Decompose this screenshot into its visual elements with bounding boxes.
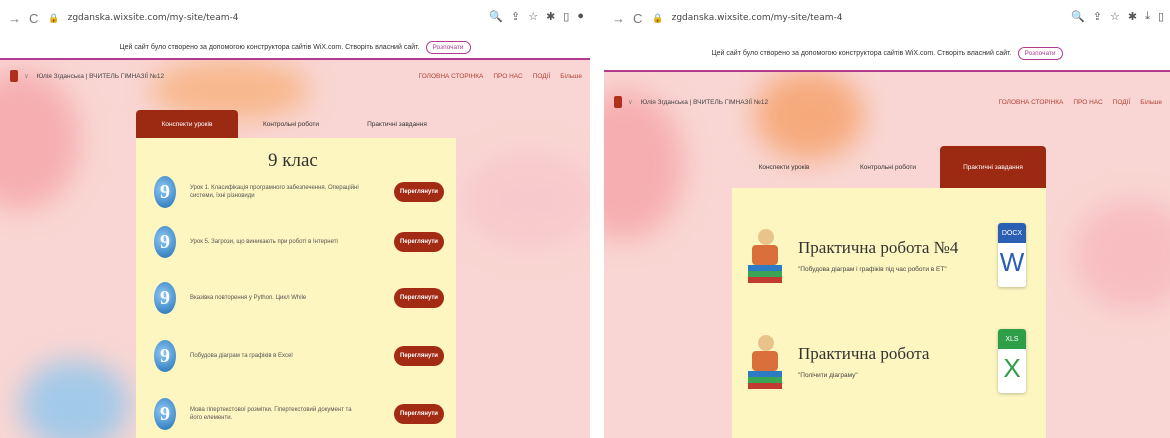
student-with-books-icon (746, 225, 786, 285)
browser-toolbar: → C 🔒 zgdanska.wixsite.com/my-site/team-… (604, 0, 1170, 37)
reload-icon[interactable]: C (29, 11, 38, 26)
lesson-title: Вказівка повторення у Python. Цикл While (190, 294, 307, 301)
grade-9-badge-icon: 9 (154, 282, 176, 314)
grade-9-badge-icon: 9 (154, 226, 176, 258)
left-screenshot: → C 🔒 zgdanska.wixsite.com/my-site/team-… (0, 0, 590, 438)
share-icon[interactable]: ⇪ (511, 10, 520, 23)
address-bar[interactable]: zgdanska.wixsite.com/my-site/team-4 (672, 13, 843, 23)
lessons-card: 9 клас 9 Урок 1. Класифікація програмног… (136, 138, 456, 438)
nav-home[interactable]: ГОЛОВНА СТОРІНКА (999, 99, 1064, 106)
file-letter: W (999, 247, 1025, 277)
site-name: Юлія Згданська | ВЧИТЕЛЬ ГІМНАЗІЇ №12 (640, 98, 769, 106)
lesson-item: 9 Урок 5. Загрози, що виникають при робо… (154, 220, 444, 264)
tab-tests[interactable]: Контрольні роботи (836, 146, 940, 188)
view-button[interactable]: Переглянути (394, 288, 444, 308)
extensions-icon[interactable]: ✱ (1128, 10, 1137, 23)
practicals-card: Практична робота №4 "Побудова діаграм і … (732, 188, 1046, 438)
wix-banner: Цей сайт було створено за допомогою конс… (604, 36, 1170, 72)
student-with-books-icon (746, 331, 786, 391)
wix-start-button[interactable]: Розпочати (1017, 46, 1063, 60)
practical-title: Практична робота (798, 343, 930, 363)
wix-banner-text: Цей сайт було створено за допомогою конс… (119, 43, 420, 51)
wix-banner-text: Цей сайт було створено за допомогою конс… (711, 49, 1012, 57)
lesson-title: Побудова діаграм та графіків в Excel (190, 352, 293, 359)
download-icon[interactable]: ⤓ (1145, 10, 1150, 23)
site-name: Юлія Згданська | ВЧИТЕЛЬ ГІМНАЗІЇ №12 (36, 72, 165, 80)
practical-subtitle: "Полічити діаграму" (798, 371, 858, 379)
lesson-item: 9 Мова гіпертекстової розмітки. Гіпертек… (154, 392, 444, 436)
tab-practical[interactable]: Практичні завдання (940, 146, 1046, 188)
zoom-icon[interactable]: 🔍 (489, 10, 503, 23)
lesson-title: Урок 1. Класифікація програмного забезпе… (190, 184, 359, 199)
chevron-down-icon[interactable]: ∨ (628, 98, 633, 106)
practical-subtitle: "Побудова діаграм і графіків під час роб… (798, 265, 947, 273)
xls-file-icon[interactable]: XLS X (998, 329, 1026, 393)
file-letter: X (1003, 353, 1021, 383)
tab-bar: Конспекти уроків Контрольні роботи Практ… (732, 146, 1046, 188)
profile-icon[interactable]: ● (577, 10, 584, 23)
tab-lesson-notes[interactable]: Конспекти уроків (136, 110, 238, 138)
nav-events[interactable]: ПОДІЇ (533, 73, 551, 80)
tab-tests[interactable]: Контрольні роботи (238, 110, 344, 138)
file-type-label: XLS (998, 329, 1026, 349)
nav-more[interactable]: Більше (1140, 99, 1162, 106)
address-bar[interactable]: zgdanska.wixsite.com/my-site/team-4 (68, 13, 239, 23)
grade-9-badge-icon: 9 (154, 398, 176, 430)
tab-bar: Конспекти уроків Контрольні роботи Практ… (136, 110, 450, 138)
nav-events[interactable]: ПОДІЇ (1113, 99, 1131, 106)
nav-home[interactable]: ГОЛОВНА СТОРІНКА (419, 73, 484, 80)
forward-icon[interactable]: → (8, 11, 21, 26)
lesson-item: 9 Вказівка повторення у Python. Цикл Whi… (154, 276, 444, 320)
sidepanel-icon[interactable]: ▯ (563, 10, 569, 23)
view-button[interactable]: Переглянути (394, 232, 444, 252)
wix-start-button[interactable]: Розпочати (425, 40, 471, 54)
lesson-title: Мова гіпертекстової розмітки. Гіпертекст… (190, 406, 352, 421)
view-button[interactable]: Переглянути (394, 182, 444, 202)
wix-banner: Цей сайт було створено за допомогою конс… (0, 36, 590, 60)
grade-9-badge-icon: 9 (154, 176, 176, 208)
site-header: ∨ Юлія Згданська | ВЧИТЕЛЬ ГІМНАЗІЇ №12 … (0, 64, 590, 88)
chevron-down-icon[interactable]: ∨ (24, 72, 29, 80)
extensions-icon[interactable]: ✱ (546, 10, 555, 23)
nav-more[interactable]: Більше (560, 73, 582, 80)
right-screenshot: → C 🔒 zgdanska.wixsite.com/my-site/team-… (604, 0, 1170, 438)
lock-icon[interactable]: 🔒 (652, 13, 663, 24)
reload-icon[interactable]: C (633, 11, 642, 26)
site-logo-icon[interactable] (10, 70, 18, 82)
lock-icon[interactable]: 🔒 (48, 13, 59, 24)
practical-item: Практична робота №4 "Побудова діаграм і … (746, 210, 1026, 300)
view-button[interactable]: Переглянути (394, 404, 444, 424)
site-logo-icon[interactable] (614, 96, 622, 108)
star-icon[interactable]: ☆ (1110, 10, 1120, 23)
nav-about[interactable]: ПРО НАС (1073, 99, 1102, 106)
tab-practical[interactable]: Практичні завдання (344, 110, 450, 138)
view-button[interactable]: Переглянути (394, 346, 444, 366)
forward-icon[interactable]: → (612, 11, 625, 26)
nav-about[interactable]: ПРО НАС (493, 73, 522, 80)
practical-title: Практична робота №4 (798, 237, 959, 257)
browser-toolbar: → C 🔒 zgdanska.wixsite.com/my-site/team-… (0, 0, 590, 37)
class-title: 9 клас (268, 150, 318, 171)
grade-9-badge-icon: 9 (154, 340, 176, 372)
star-icon[interactable]: ☆ (528, 10, 538, 23)
tab-lesson-notes[interactable]: Конспекти уроків (732, 146, 836, 188)
zoom-icon[interactable]: 🔍 (1071, 10, 1085, 23)
share-icon[interactable]: ⇪ (1093, 10, 1102, 23)
lesson-item: 9 Побудова діаграм та графіків в Excel П… (154, 334, 444, 378)
docx-file-icon[interactable]: DOCX W (998, 223, 1026, 287)
lesson-title: Урок 5. Загрози, що виникають при роботі… (190, 238, 338, 245)
file-type-label: DOCX (998, 223, 1026, 243)
practical-item: Практична робота "Полічити діаграму" XLS… (746, 316, 1026, 406)
site-header: ∨ Юлія Згданська | ВЧИТЕЛЬ ГІМНАЗІЇ №12 … (604, 90, 1170, 114)
sidepanel-icon[interactable]: ▯ (1158, 10, 1164, 23)
lesson-item: 9 Урок 1. Класифікація програмного забез… (154, 170, 444, 214)
